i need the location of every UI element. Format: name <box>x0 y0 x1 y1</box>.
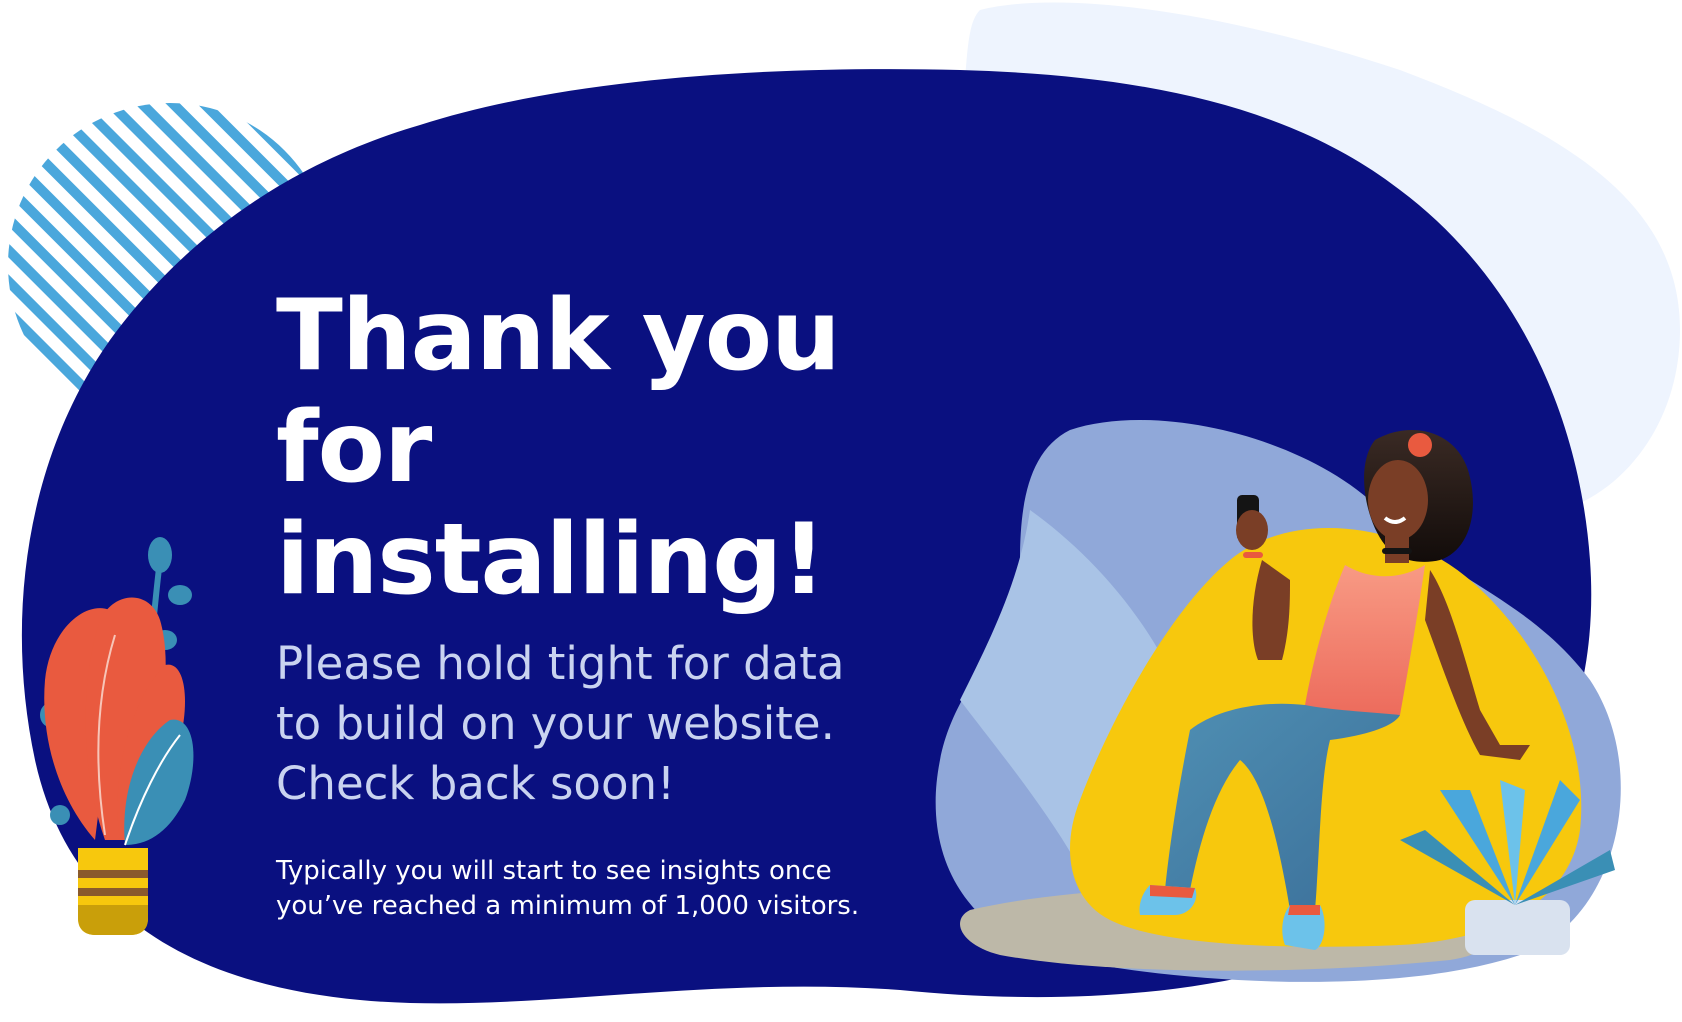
headline-line-1: Thank you <box>276 279 841 393</box>
page-title: Thank you for installing! <box>276 280 996 616</box>
note-line-1: Typically you will start to see insights… <box>276 856 832 886</box>
visitor-threshold-note: Typically you will start to see insights… <box>276 854 996 924</box>
subheading-line-1: Please hold tight for data <box>276 637 845 690</box>
subheading-line-3: Check back soon! <box>276 757 676 810</box>
subheading: Please hold tight for data to build on y… <box>276 634 996 814</box>
subheading-line-2: to build on your website. <box>276 697 835 750</box>
note-line-2: you’ve reached a minimum of 1,000 visito… <box>276 891 860 921</box>
hero-text: Thank you for installing! Please hold ti… <box>276 280 996 924</box>
headline-line-2: for installing! <box>276 391 826 617</box>
